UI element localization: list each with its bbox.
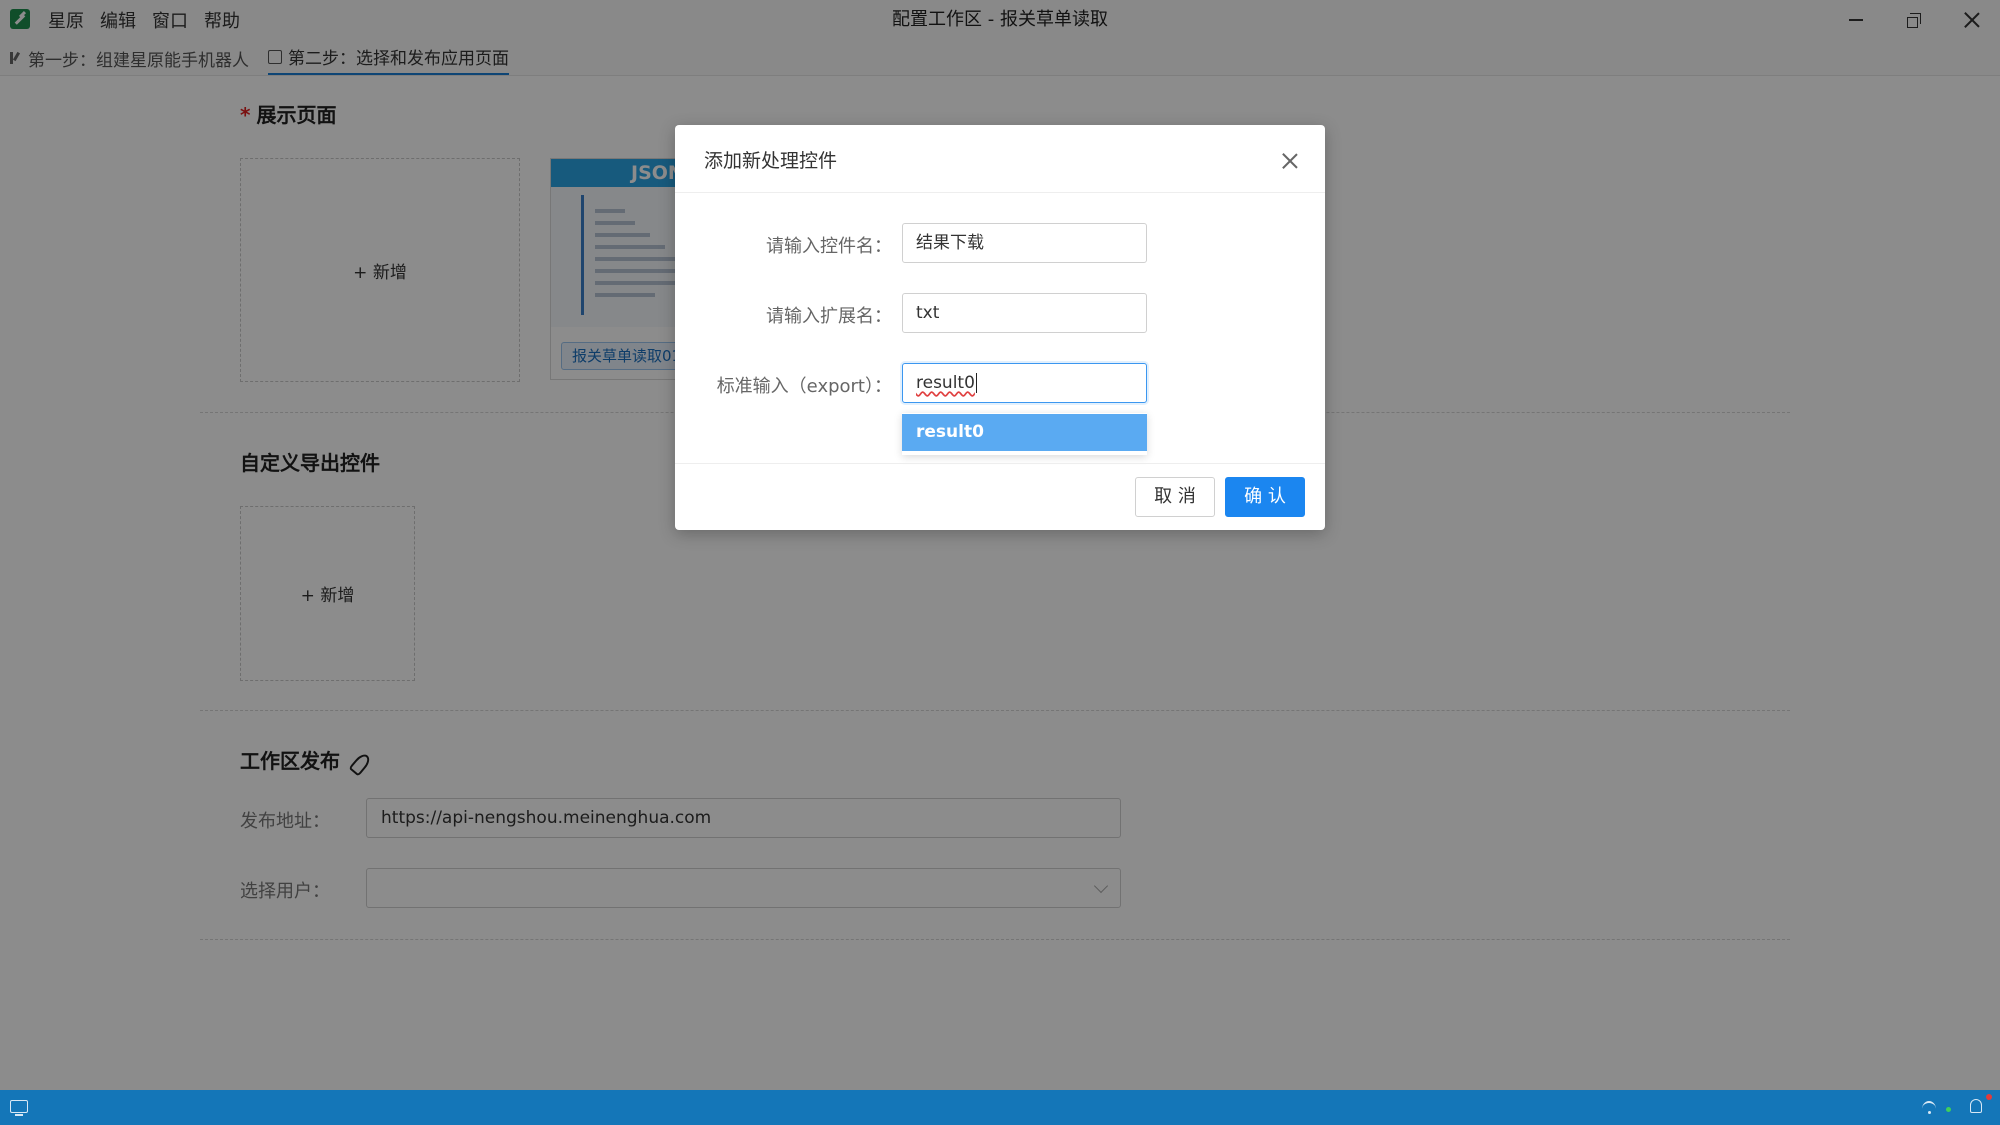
- control-name-label: 请输入控件名：: [766, 236, 892, 257]
- connection-status-dot: [1946, 1107, 1951, 1112]
- bell-icon[interactable]: [1970, 1099, 1982, 1113]
- status-bar: [0, 1090, 2000, 1125]
- confirm-button[interactable]: 确 认: [1225, 477, 1305, 517]
- standard-input-field[interactable]: result0: [902, 363, 1147, 403]
- close-icon: [1282, 153, 1298, 169]
- dialog-title: 添加新处理控件: [704, 150, 838, 172]
- text-caret: [975, 373, 977, 393]
- notification-badge: [1986, 1094, 1992, 1100]
- cancel-button[interactable]: 取 消: [1135, 477, 1215, 517]
- standard-input-label: 标准输入（export）：: [716, 376, 892, 397]
- dialog-close-button[interactable]: [1279, 150, 1301, 172]
- standard-input-value: result0: [916, 373, 975, 393]
- autocomplete-dropdown: result0: [902, 413, 1147, 455]
- extension-label: 请输入扩展名：: [766, 306, 892, 327]
- wifi-icon[interactable]: [1922, 1099, 1938, 1115]
- dialog-header: 添加新处理控件: [675, 125, 1325, 193]
- dialog-footer: 取 消 确 认: [675, 463, 1325, 530]
- extension-input[interactable]: txt: [902, 293, 1147, 333]
- add-control-dialog: 添加新处理控件 请输入控件名： 结果下载 请输入扩展名： txt 标准输入（ex…: [675, 125, 1325, 530]
- autocomplete-option[interactable]: result0: [902, 414, 1147, 451]
- monitor-icon[interactable]: [10, 1100, 28, 1116]
- control-name-input[interactable]: 结果下载: [902, 223, 1147, 263]
